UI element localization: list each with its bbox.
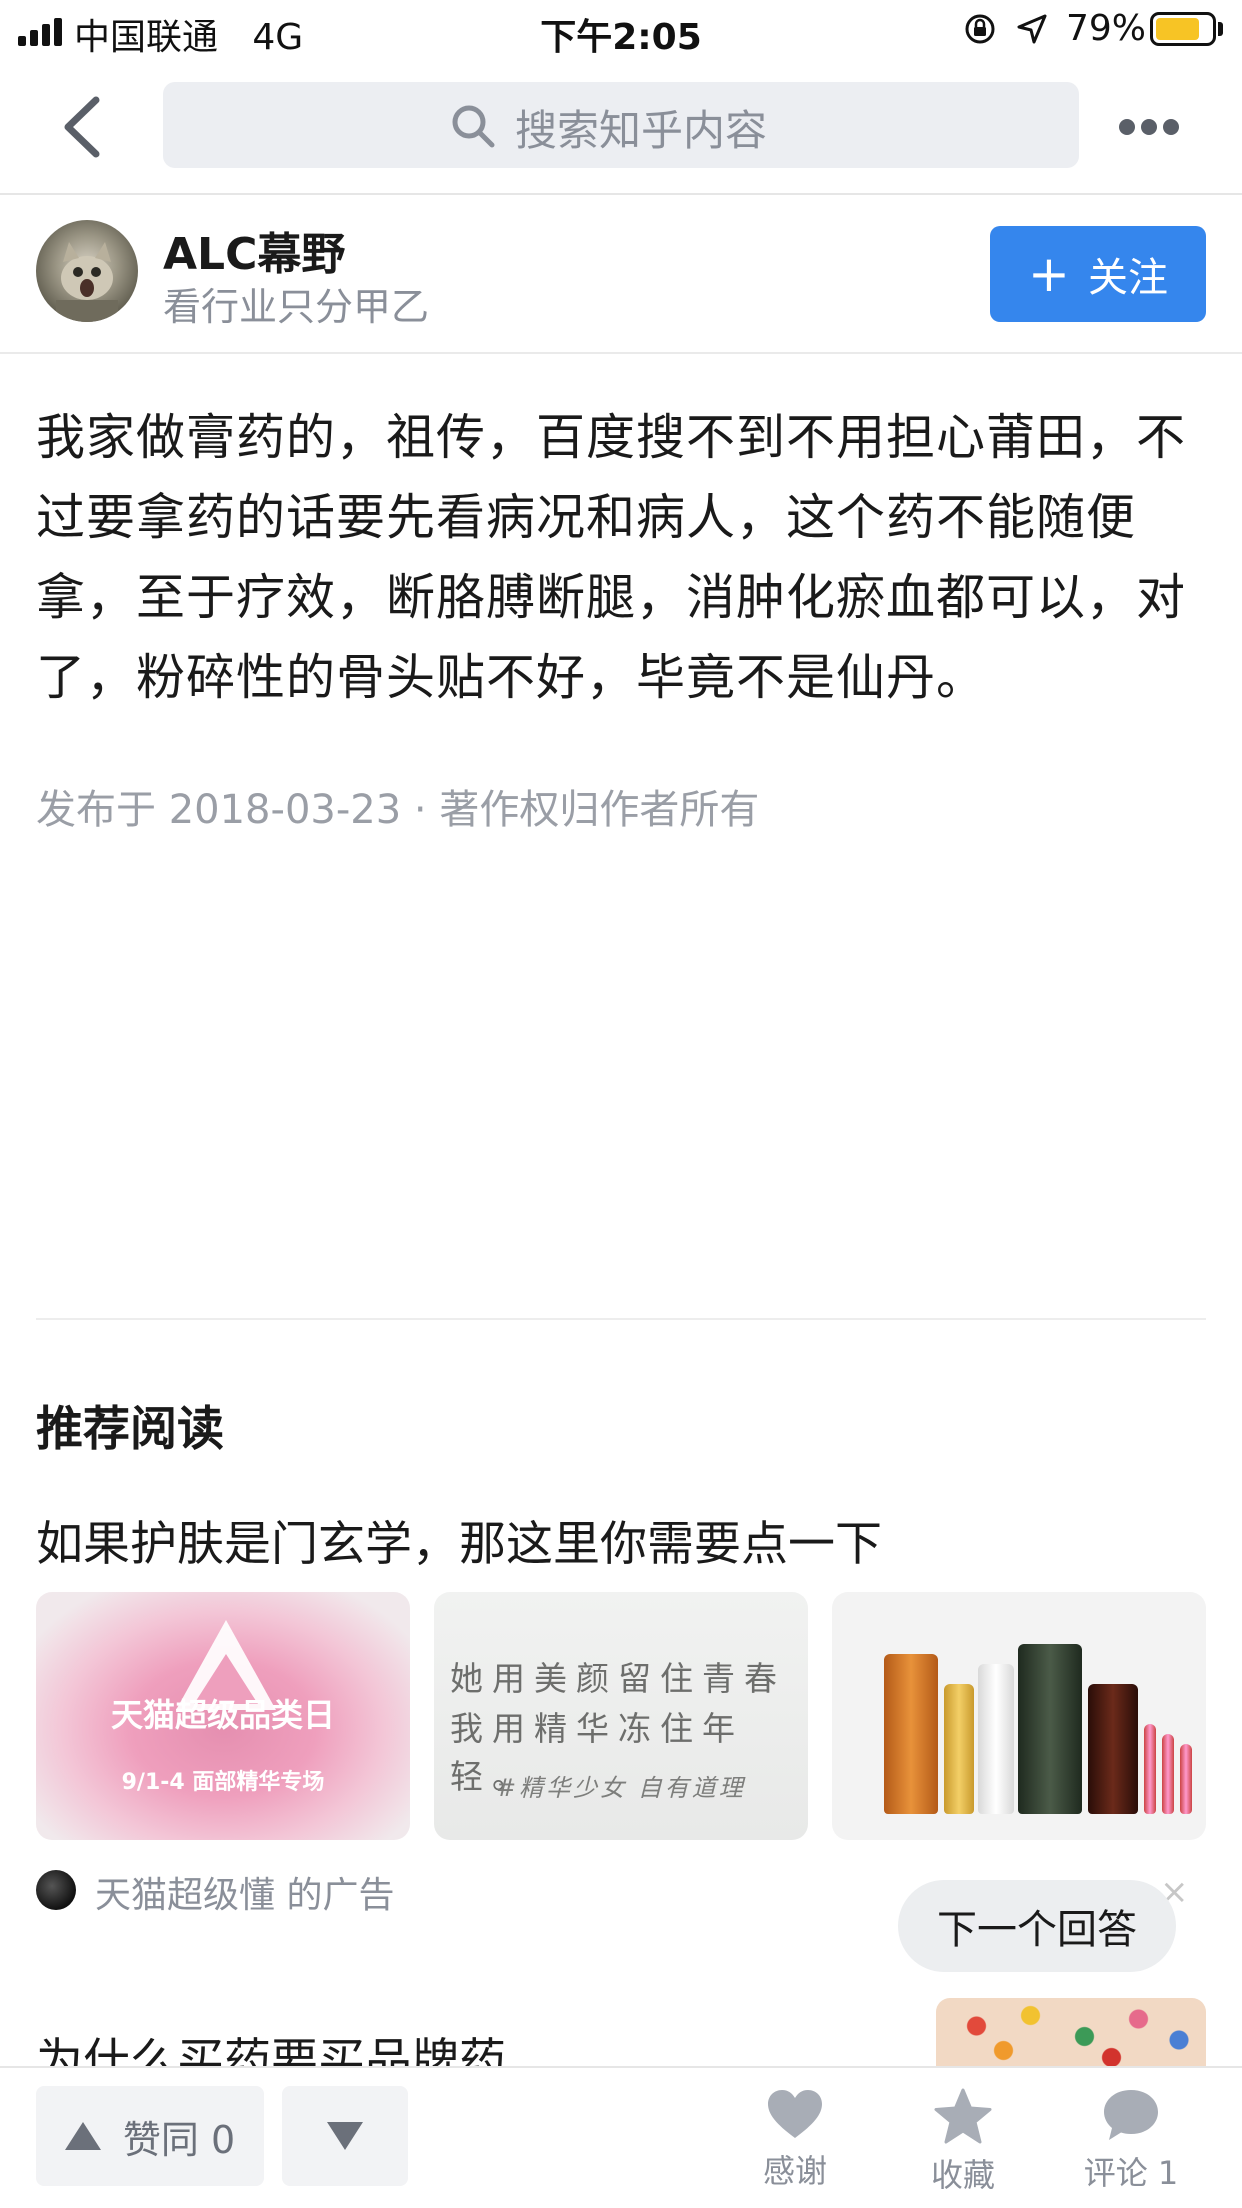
- recommend-heading: 推荐阅读: [36, 1402, 224, 1457]
- star-icon: [934, 2088, 992, 2144]
- search-placeholder[interactable]: 搜索知乎内容: [515, 97, 767, 158]
- comment-label: 评论 1: [1083, 2154, 1179, 2192]
- section-divider: [36, 1318, 1206, 1320]
- status-bar: 中国联通 4G 下午2:05 79%: [0, 0, 1242, 62]
- ad-image2-line1: 她用美颜留住青春: [450, 1659, 786, 1698]
- back-chevron-icon[interactable]: [54, 92, 114, 162]
- recommend-item-thumbnail[interactable]: [936, 1998, 1206, 2068]
- author-divider: [0, 352, 1242, 354]
- product-vial: [1144, 1724, 1156, 1814]
- ad-title[interactable]: 如果护肤是门玄学，那这里你需要点一下: [36, 1505, 882, 1574]
- heart-icon: [768, 2090, 822, 2138]
- author-avatar[interactable]: [36, 220, 138, 322]
- product-bottle: [944, 1684, 974, 1814]
- author-bio: 看行业只分甲乙: [163, 285, 430, 329]
- product-bottle: [1018, 1644, 1082, 1814]
- more-options-icon[interactable]: [1114, 108, 1184, 144]
- product-bottle: [978, 1664, 1014, 1814]
- upvote-arrow-icon: [64, 2122, 101, 2150]
- rotation-lock-icon: [965, 14, 995, 44]
- answer-body: 我家做膏药的，祖传，百度搜不到不用担心莆田，不过要拿药的话要先看病况和病人，这个…: [36, 409, 1187, 706]
- comment-button[interactable]: 评论 1: [1076, 2088, 1186, 2194]
- battery-icon: [1150, 12, 1216, 46]
- next-answer-button[interactable]: 下一个回答: [898, 1880, 1176, 1972]
- location-arrow-icon: [1017, 14, 1047, 44]
- clock: 下午2:05: [540, 17, 702, 58]
- product-vial: [1180, 1744, 1192, 1814]
- ad-image2-tag: #精华少女 自有道理: [496, 1774, 746, 1802]
- thanks-label: 感谢: [762, 2152, 827, 2190]
- ad-image-tmall[interactable]: 天猫超级品类日 9/1-4 面部精华专场: [36, 1592, 410, 1840]
- search-icon: [452, 105, 495, 148]
- publish-info: 发布于 2018-03-23 · 著作权归作者所有: [36, 787, 760, 833]
- thanks-button[interactable]: 感谢: [740, 2088, 850, 2192]
- downvote-arrow-icon: [327, 2122, 363, 2150]
- upvote-label: 赞同 0: [122, 2117, 236, 2162]
- upvote-button[interactable]: 赞同 0: [36, 2086, 264, 2186]
- ad-image1-subtitle: 9/1-4 面部精华专场: [121, 1770, 325, 1795]
- product-bottle: [884, 1654, 938, 1814]
- product-bottle: [1088, 1684, 1138, 1814]
- follow-button[interactable]: + 关注: [990, 226, 1206, 322]
- follow-label: 关注: [1087, 255, 1168, 301]
- ad-source-avatar: [36, 1870, 76, 1910]
- battery-tip: [1218, 22, 1223, 36]
- author-name[interactable]: ALC幕野: [163, 218, 345, 282]
- battery-percent: 79%: [1066, 8, 1147, 49]
- ad-image1-title: 天猫超级品类日: [110, 1696, 335, 1734]
- comment-bubble-icon: [1104, 2090, 1158, 2140]
- downvote-button[interactable]: [282, 2086, 408, 2186]
- product-vial: [1162, 1734, 1174, 1814]
- ad-source-label: 天猫超级懂 的广告: [95, 1875, 395, 1916]
- collect-button[interactable]: 收藏: [908, 2088, 1018, 2196]
- plus-icon: +: [1028, 245, 1070, 303]
- ad-image-slogan[interactable]: 她用美颜留住青春 我用精华冻住年轻。 #精华少女 自有道理: [434, 1592, 808, 1840]
- collect-label: 收藏: [930, 2156, 995, 2194]
- nav-divider: [0, 193, 1242, 195]
- ad-image-products[interactable]: [832, 1592, 1206, 1840]
